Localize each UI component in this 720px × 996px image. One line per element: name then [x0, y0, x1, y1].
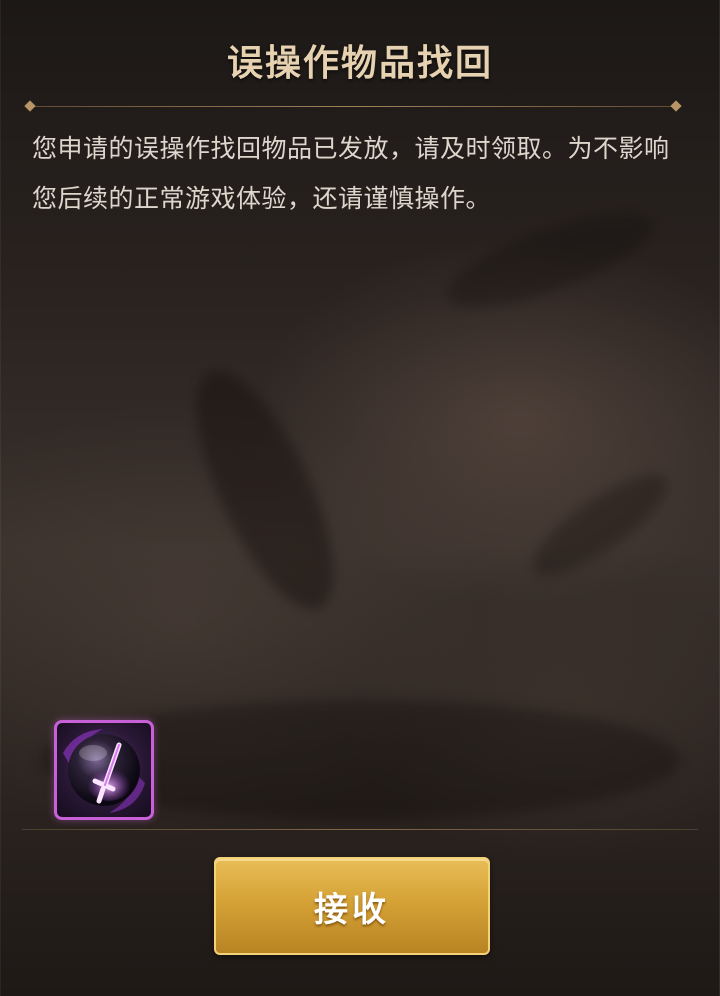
- purple-sword-orb-icon: [63, 729, 145, 813]
- footer-divider: [22, 829, 698, 830]
- divider-diamond-icon: [670, 100, 682, 112]
- background-smoke: [520, 458, 680, 592]
- title-divider: [24, 100, 682, 112]
- dialog-message: 您申请的误操作找回物品已发放，请及时领取。为不影响您后续的正常游戏体验，还请谨慎…: [32, 134, 670, 213]
- reward-item-slot[interactable]: [54, 720, 154, 820]
- receive-button-label: 接收: [314, 889, 390, 930]
- dialog-title: 误操作物品找回: [226, 43, 493, 84]
- recovery-dialog: 误操作物品找回 您申请的误操作找回物品已发放，请及时领取。为不影响您后续的正常游…: [0, 0, 720, 996]
- receive-button[interactable]: 接收: [214, 857, 490, 955]
- divider-diamond-icon: [24, 100, 36, 112]
- background-smoke: [169, 353, 361, 627]
